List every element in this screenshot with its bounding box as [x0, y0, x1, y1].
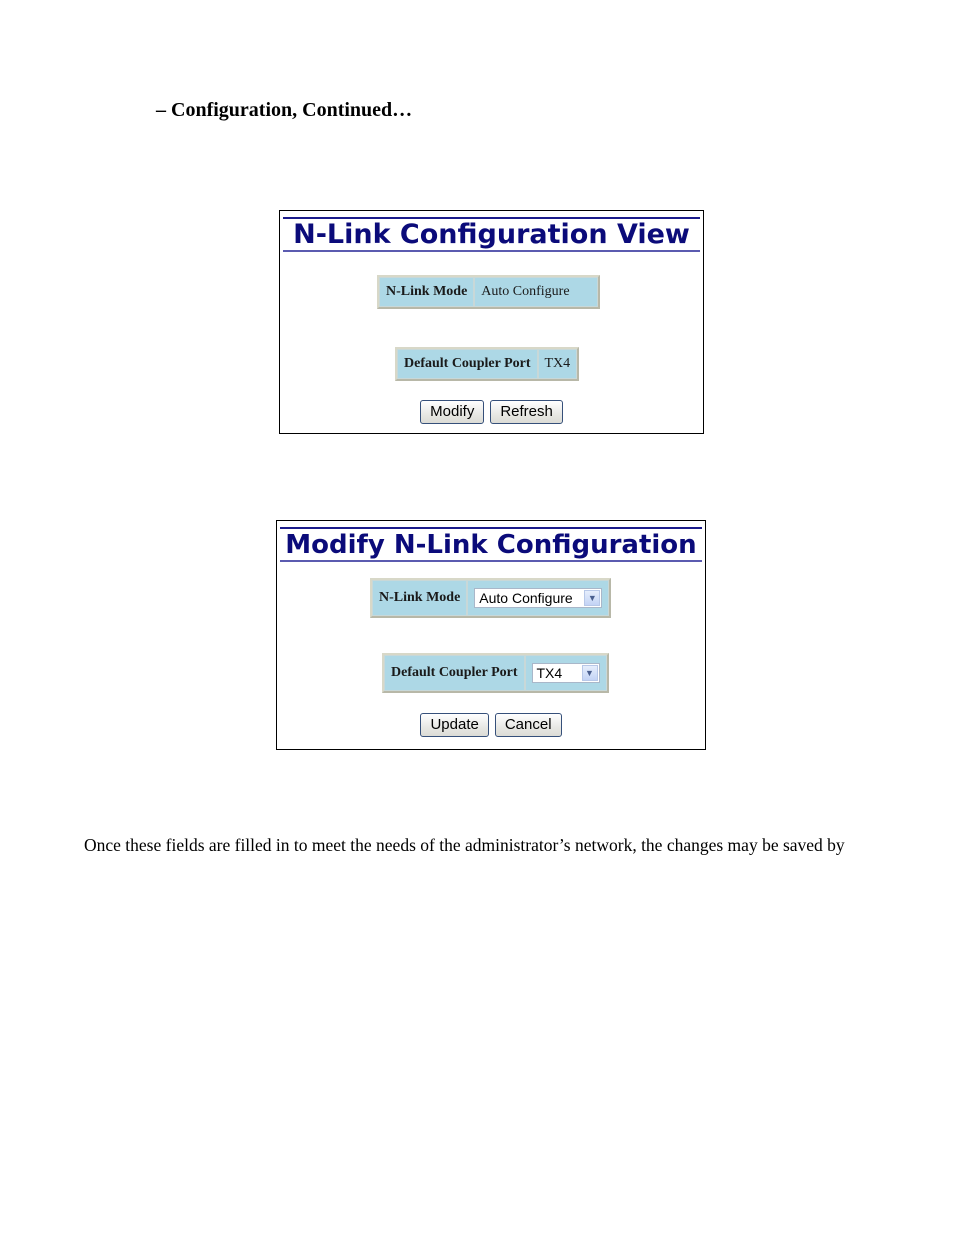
modify-nlink-configuration-panel: Modify N-Link Configuration N-Link Mode … — [276, 520, 706, 750]
coupler-port-selected: TX4 — [536, 665, 563, 681]
coupler-port-label: Default Coupler Port — [397, 349, 538, 379]
modify-button-row: Update Cancel — [277, 713, 705, 737]
coupler-port-value: TX4 — [537, 349, 578, 379]
chevron-down-icon[interactable]: ▼ — [581, 665, 598, 681]
view-panel-title: N-Link Configuration View — [283, 217, 700, 252]
section-heading: – Configuration, Continued… — [156, 99, 413, 121]
modify-button[interactable]: Modify — [420, 400, 485, 424]
body-paragraph: Once these fields are filled in to meet … — [84, 835, 845, 855]
coupler-port-label: Default Coupler Port — [384, 655, 525, 691]
chevron-down-icon[interactable]: ▼ — [584, 590, 601, 606]
nlink-mode-select[interactable]: Auto Configure ▼ — [474, 588, 603, 608]
nlink-mode-selected: Auto Configure — [479, 590, 573, 606]
coupler-port-form-table: Default Coupler Port TX4 ▼ — [382, 653, 609, 693]
coupler-port-cell: TX4 ▼ — [524, 655, 607, 691]
nlink-mode-label: N-Link Mode — [379, 277, 475, 307]
refresh-button[interactable]: Refresh — [490, 400, 563, 424]
coupler-port-select[interactable]: TX4 ▼ — [531, 663, 600, 683]
nlink-configuration-view-panel: N-Link Configuration View N-Link Mode Au… — [279, 210, 704, 434]
nlink-mode-table: N-Link Mode Auto Configure — [377, 275, 601, 309]
nlink-mode-value: Auto Configure — [474, 277, 599, 307]
nlink-mode-label: N-Link Mode — [372, 580, 468, 616]
update-button[interactable]: Update — [420, 713, 489, 737]
coupler-port-table: Default Coupler Port TX4 — [395, 347, 580, 381]
modify-panel-title: Modify N-Link Configuration — [280, 527, 702, 562]
nlink-mode-cell: Auto Configure ▼ — [467, 580, 610, 616]
cancel-button[interactable]: Cancel — [494, 713, 562, 737]
nlink-mode-form-table: N-Link Mode Auto Configure ▼ — [370, 578, 612, 618]
view-button-row: Modify Refresh — [280, 400, 703, 424]
